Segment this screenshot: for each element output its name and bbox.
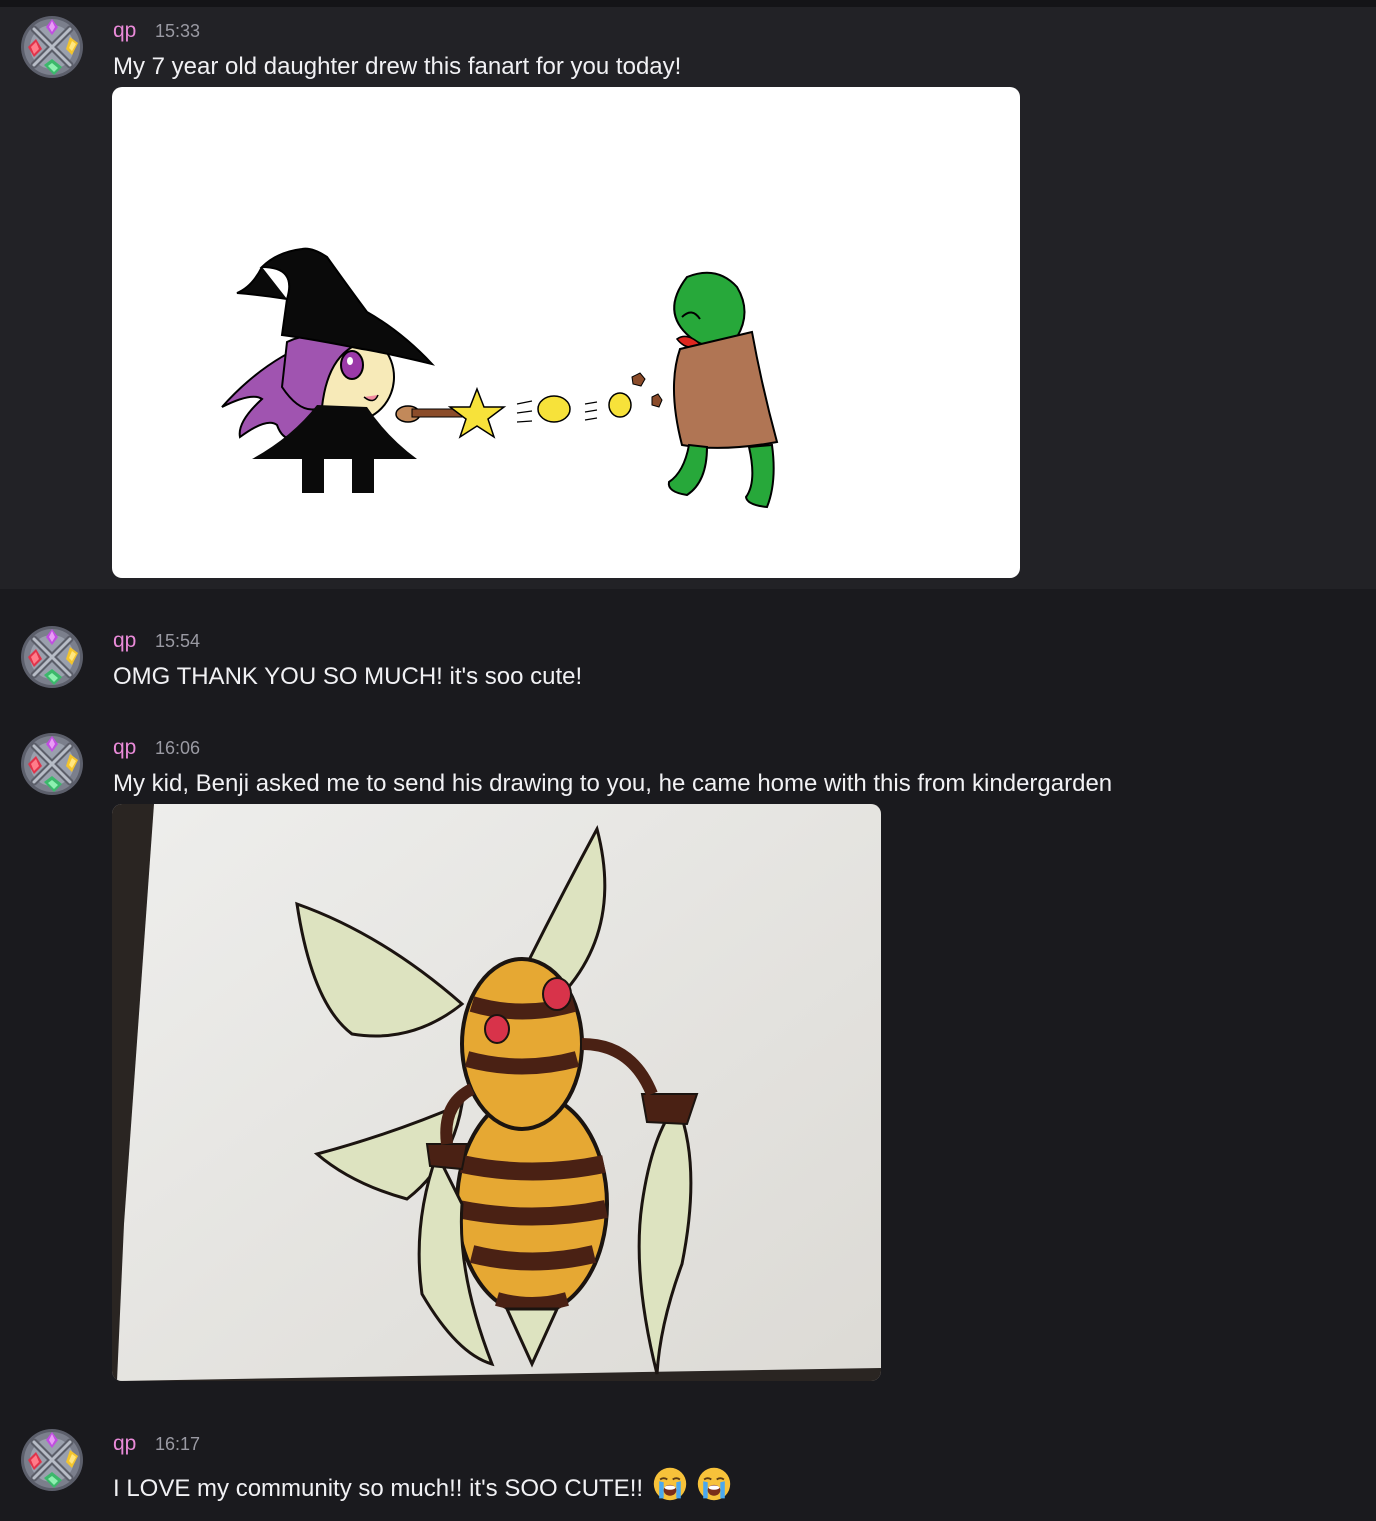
message-text: OMG THANK YOU SO MUCH! it's soo cute! (113, 663, 583, 690)
message-3: qp 16:06 My kid, Benji asked me to send … (0, 724, 1376, 1394)
username[interactable]: qp (113, 19, 136, 43)
timestamp: 16:06 (155, 738, 201, 758)
timestamp: 15:54 (155, 631, 201, 651)
bee-drawing-attachment[interactable] (112, 804, 881, 1381)
message-text: My kid, Benji asked me to send his drawi… (113, 770, 1113, 797)
loudly-crying-face-icon (696, 1466, 732, 1502)
timestamp: 16:17 (155, 1434, 201, 1454)
bee-drawing-image (112, 804, 881, 1381)
username[interactable]: qp (113, 629, 136, 653)
username[interactable]: qp (113, 1432, 136, 1456)
crystal-emblem-avatar-icon[interactable] (20, 15, 84, 79)
username[interactable]: qp (113, 736, 136, 760)
witch-drawing-image (221, 247, 779, 509)
message-text-row: I LOVE my community so much!! it's SOO C… (113, 1466, 732, 1503)
timestamp: 15:33 (155, 21, 201, 41)
crystal-emblem-avatar-icon[interactable] (20, 1428, 84, 1492)
message-1: qp 15:33 My 7 year old daughter drew thi… (0, 7, 1376, 589)
message-text: I LOVE my community so much!! it's SOO C… (113, 1475, 644, 1502)
top-divider (0, 0, 1376, 7)
message-text: My 7 year old daughter drew this fanart … (113, 53, 682, 80)
witch-drawing-attachment[interactable] (112, 87, 1020, 578)
crystal-emblem-avatar-icon[interactable] (20, 732, 84, 796)
message-4: qp 16:17 I LOVE my community so much!! i… (0, 1420, 1376, 1521)
loudly-crying-face-icon (652, 1466, 688, 1502)
message-2: qp 15:54 OMG THANK YOU SO MUCH! it's soo… (0, 617, 1376, 707)
crystal-emblem-avatar-icon[interactable] (20, 625, 84, 689)
